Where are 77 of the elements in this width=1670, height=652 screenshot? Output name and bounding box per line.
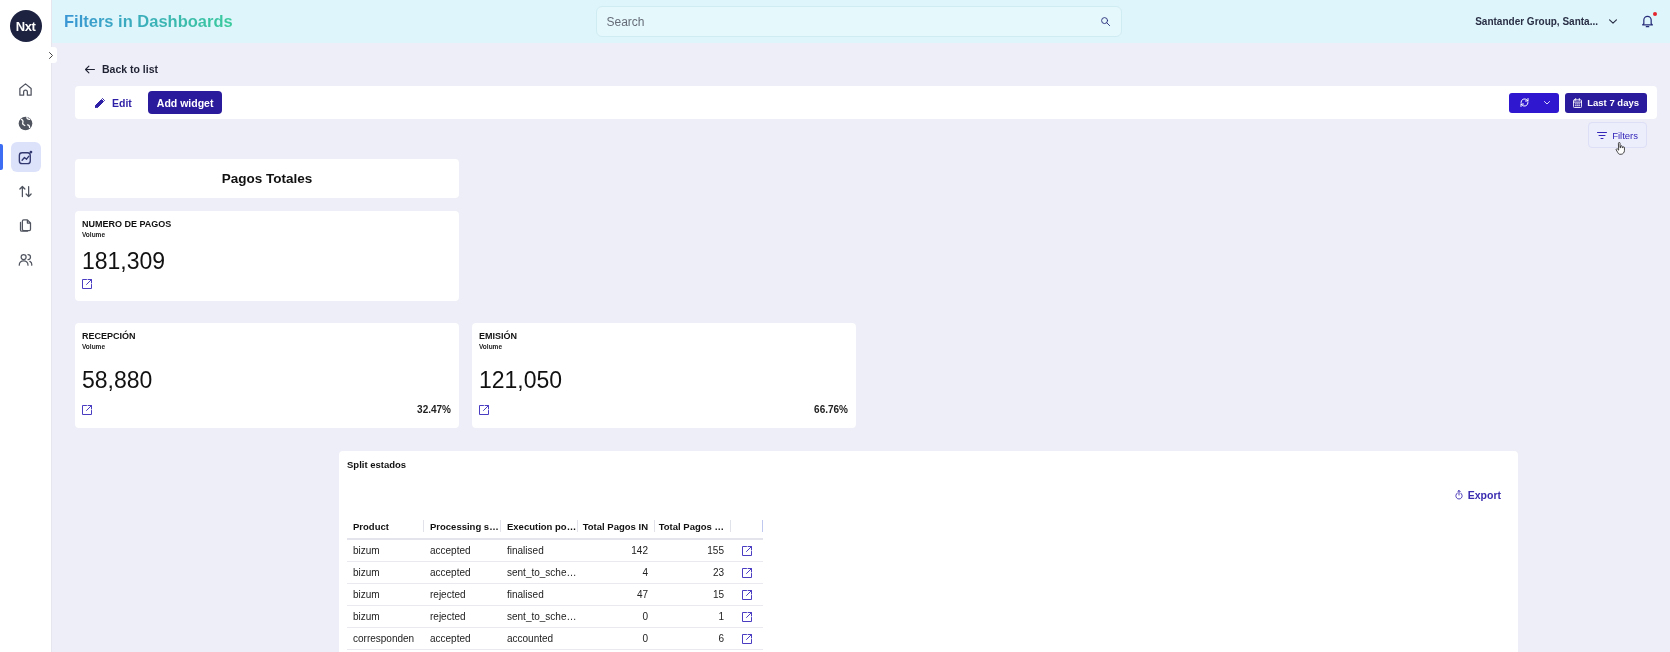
table-cell-text: sent_to_sche…	[506, 566, 578, 580]
search-field[interactable]: Search	[595, 6, 1122, 37]
filters-button[interactable]: Filters	[1588, 122, 1647, 148]
users-icon	[18, 251, 33, 267]
refresh-icon	[1520, 98, 1530, 107]
table-cell-text: 47	[635, 588, 649, 602]
column-header: Total Pagos IN	[578, 514, 655, 538]
chevron-right-icon	[49, 51, 53, 59]
globe-icon	[18, 115, 33, 131]
calendar-icon	[1573, 97, 1583, 108]
table-cell-text: 23	[711, 566, 725, 580]
chevron-down-icon	[1609, 19, 1617, 24]
table-cell-text: sent_to_sche…	[506, 610, 578, 624]
table-cell-text: 0	[641, 610, 649, 624]
table-cell-text: finalised	[506, 588, 545, 602]
external-link-icon[interactable]	[742, 545, 752, 556]
table-cell-text: 6	[717, 632, 725, 646]
export-icon	[1453, 490, 1464, 500]
external-link-icon[interactable]	[479, 404, 489, 415]
metric-title: NUMERO DE PAGOS	[82, 219, 172, 230]
section-title: Pagos Totales	[75, 159, 459, 198]
column-header: Total Pagos …	[655, 514, 731, 538]
table-cell-text: 15	[711, 588, 725, 602]
table-cell-text: 0	[641, 632, 649, 646]
metric-percentage: 32.47%	[417, 404, 451, 415]
table-cell-text: 155	[706, 544, 725, 558]
table-cell-text: bizum	[352, 544, 381, 558]
external-link-icon[interactable]	[742, 633, 752, 644]
column-header: Processing s…	[424, 514, 501, 538]
table-cell-text: accepted	[429, 544, 472, 558]
table-cell-text: bizum	[352, 610, 381, 624]
filter-icon	[1597, 131, 1608, 139]
table-cell-text: 142	[630, 544, 649, 558]
refresh-button[interactable]	[1509, 92, 1560, 113]
hand-cursor-icon	[1614, 142, 1625, 155]
up-down-arrows-icon	[18, 183, 33, 199]
table-cell-text: rejected	[429, 588, 467, 602]
metric-title: RECEPCIÓN	[82, 331, 136, 342]
export-button[interactable]: Export	[1453, 488, 1501, 502]
line-chart-icon	[18, 149, 33, 165]
external-link-icon[interactable]	[82, 404, 92, 415]
arrow-left-icon	[85, 64, 95, 74]
table-cell-text: 1	[717, 610, 725, 624]
column-header: Product	[347, 514, 424, 538]
metric-value: 58,880	[82, 367, 153, 393]
column-header: Execution po…	[501, 514, 578, 538]
table-cell-text: finalised	[506, 544, 545, 558]
table-cell-text: accepted	[429, 632, 472, 646]
table-cell-text: rejected	[429, 610, 467, 624]
search-icon[interactable]	[1099, 16, 1111, 27]
home-icon	[18, 81, 33, 97]
external-link-icon[interactable]	[82, 278, 92, 289]
add-widget-button[interactable]: Add widget	[147, 91, 223, 114]
table-cell-text: corresponden	[352, 632, 416, 646]
table-cell-text: bizum	[352, 566, 381, 580]
table-cell-text: accounted	[506, 632, 555, 646]
table-title: Split estados	[347, 459, 407, 471]
table-cell-text: accepted	[429, 566, 472, 580]
sidebar-nav-item[interactable]	[10, 142, 41, 172]
edit-button[interactable]: Edit	[89, 91, 138, 114]
pencil-icon	[95, 97, 105, 108]
account-selector[interactable]: Santander Group, Santa...	[1475, 16, 1617, 27]
metric-value: 181,309	[82, 248, 166, 274]
chevron-down-icon	[1544, 100, 1551, 105]
metric-value: 121,050	[479, 367, 563, 393]
metric-title: EMISIÓN	[479, 331, 517, 342]
table-cell-text: bizum	[352, 588, 381, 602]
metric-percentage: 66.76%	[814, 404, 848, 415]
logo: Nxt	[9, 10, 42, 42]
external-link-icon[interactable]	[742, 589, 752, 600]
external-link-icon[interactable]	[742, 567, 752, 578]
back-link[interactable]: Back to list	[85, 61, 159, 77]
date-range-button[interactable]: Last 7 days	[1565, 92, 1647, 113]
documents-icon	[18, 217, 33, 233]
table-cell-text: 4	[641, 566, 649, 580]
bell-icon[interactable]	[1642, 15, 1653, 28]
external-link-icon[interactable]	[742, 611, 752, 622]
